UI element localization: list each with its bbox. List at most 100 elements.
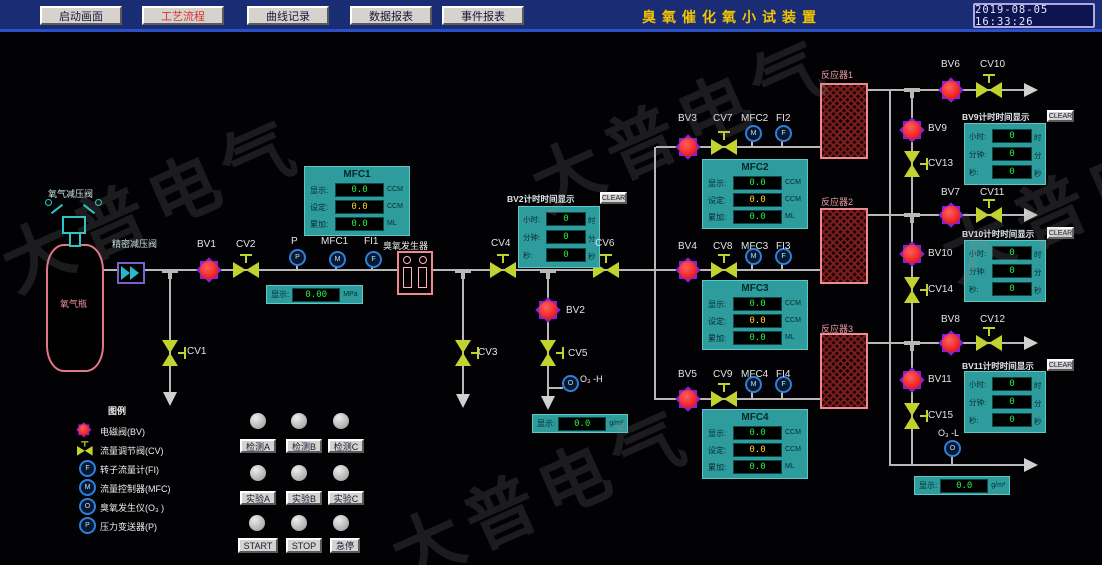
test-b-button[interactable]: 实验B [286,491,322,505]
bv10-label: BV10 [928,248,952,259]
indicator-light-estop [333,515,349,531]
value-display: 0 [992,246,1032,260]
mfc4-label: MFC4 [741,369,768,380]
bv3-label: BV3 [678,113,697,124]
flow-controller-icon-mfc1: M [329,251,346,268]
start-button[interactable]: START [238,538,278,553]
row-label: 秒: [523,250,533,261]
row-unit: ML [785,463,795,470]
test-a-button[interactable]: 实验A [240,491,276,505]
test-c-button[interactable]: 实验C [328,491,364,505]
cv15-label: CV15 [928,410,953,421]
pressure-display: 显示: 0.00 MPa [266,285,363,304]
ozone-low-display: 显示: 0.0 g/m³ [914,476,1010,495]
indicator-light-test-c [333,465,349,481]
control-valve-cv15 [904,403,920,429]
solenoid-valve-bv3[interactable] [675,134,701,160]
bv10-timer-panel: 小时:0时 分钟:0分 秒:0秒 [964,240,1046,302]
value-display: 0 [546,212,586,226]
detect-a-button[interactable]: 检测A [240,439,276,453]
legend-solenoid-valve-icon [76,422,92,438]
bv2-timer-clear-button[interactable]: CLEAR [600,192,627,204]
indicator-light-stop [291,515,307,531]
row-label: 分钟: [523,232,540,243]
control-valve-cv12 [976,335,1002,351]
display-label: 显示: [271,289,289,300]
bv11-timer-clear-button[interactable]: CLEAR [1047,359,1074,371]
pipe-o3h-stub [549,387,563,389]
reactor-1-label: 反应器1 [821,68,853,81]
solenoid-valve-bv7[interactable] [938,202,964,228]
solenoid-valve-bv2[interactable] [535,297,561,323]
display-unit: MPa [343,291,357,298]
solenoid-valve-bv5[interactable] [675,386,701,412]
value-display: 0 [992,413,1032,427]
nav-button-start-screen[interactable]: 启动画面 [40,6,122,25]
row-unit: 秒 [1034,285,1042,296]
row-label: 设定: [708,445,726,456]
display-unit: g/m³ [991,482,1005,489]
pipe-bottom-collector [891,464,1026,466]
tee-fitting [904,341,920,345]
row-unit: 时 [1034,380,1042,391]
control-valve-cv4 [490,262,516,278]
o3-high-label: O₃ -H [580,374,603,384]
nav-button-process-flow[interactable]: 工艺流程 [142,6,224,25]
nav-button-data-report[interactable]: 数据报表 [350,6,432,25]
row-unit: CCM [387,203,403,210]
bv10-timer-clear-button[interactable]: CLEAR [1047,227,1074,239]
value-display: 0 [992,129,1032,143]
solenoid-valve-bv9[interactable] [899,117,925,143]
control-valve-cv10 [976,82,1002,98]
indicator-light-detect-c [333,413,349,429]
tee-fitting [904,213,920,217]
row-label: 小时: [969,248,986,259]
nav-button-event-report[interactable]: 事件报表 [442,6,524,25]
indicator-light-detect-b [291,413,307,429]
bv8-label: BV8 [941,314,960,325]
row-unit: 时 [1034,249,1042,260]
cylinder-valve-label: 氧气减压阀 [48,187,93,200]
reactor-3-label: 反应器3 [821,322,853,335]
stop-button[interactable]: STOP [286,538,322,553]
row-label: 设定: [708,195,726,206]
solenoid-valve-bv4[interactable] [675,257,701,283]
value-display: 0 [546,230,586,244]
solenoid-valve-bv10[interactable] [899,241,925,267]
nav-button-curve-record[interactable]: 曲线记录 [247,6,329,25]
control-valve-cv9 [711,391,737,407]
value-display: 0.0 [733,443,782,457]
tee-fitting [162,269,178,273]
cv8-label: CV8 [713,241,732,252]
row-unit: 时 [588,215,596,226]
row-unit: CCM [785,446,801,453]
value-display: 0 [992,282,1032,296]
solenoid-valve-bv1[interactable] [196,257,222,283]
solenoid-valve-bv6[interactable] [938,77,964,103]
row-label: 累加: [310,219,328,230]
detect-b-button[interactable]: 检测B [286,439,322,453]
bv10-timer-title: BV10计时时间显示 [962,228,1034,240]
ozone-generator-label: 臭氧发生器 [383,239,428,252]
page-title: 臭氧催化氧小试装置 [642,7,822,27]
cv6-label: CV6 [595,238,614,249]
solenoid-valve-bv11[interactable] [899,367,925,393]
value-display: 0 [992,377,1032,391]
row-unit: ML [785,213,795,220]
detect-c-button[interactable]: 检测C [328,439,364,453]
solenoid-valve-bv8[interactable] [938,330,964,356]
control-valve-cv14 [904,277,920,303]
emergency-stop-button[interactable]: 急停 [330,538,360,553]
cv5-label: CV5 [568,348,587,359]
pipe-distribution [654,147,656,400]
legend-ozone-icon: O [79,498,96,515]
bv11-label: BV11 [928,374,952,385]
pipe-cv3-branch [462,271,464,397]
row-unit: ML [785,334,795,341]
row-label: 设定: [310,202,328,213]
mfc1-label: MFC1 [321,236,348,247]
bv9-timer-clear-button[interactable]: CLEAR [1047,110,1074,122]
row-label: 累加: [708,462,726,473]
value-display: 0 [546,248,586,262]
pipe-main [102,269,658,271]
